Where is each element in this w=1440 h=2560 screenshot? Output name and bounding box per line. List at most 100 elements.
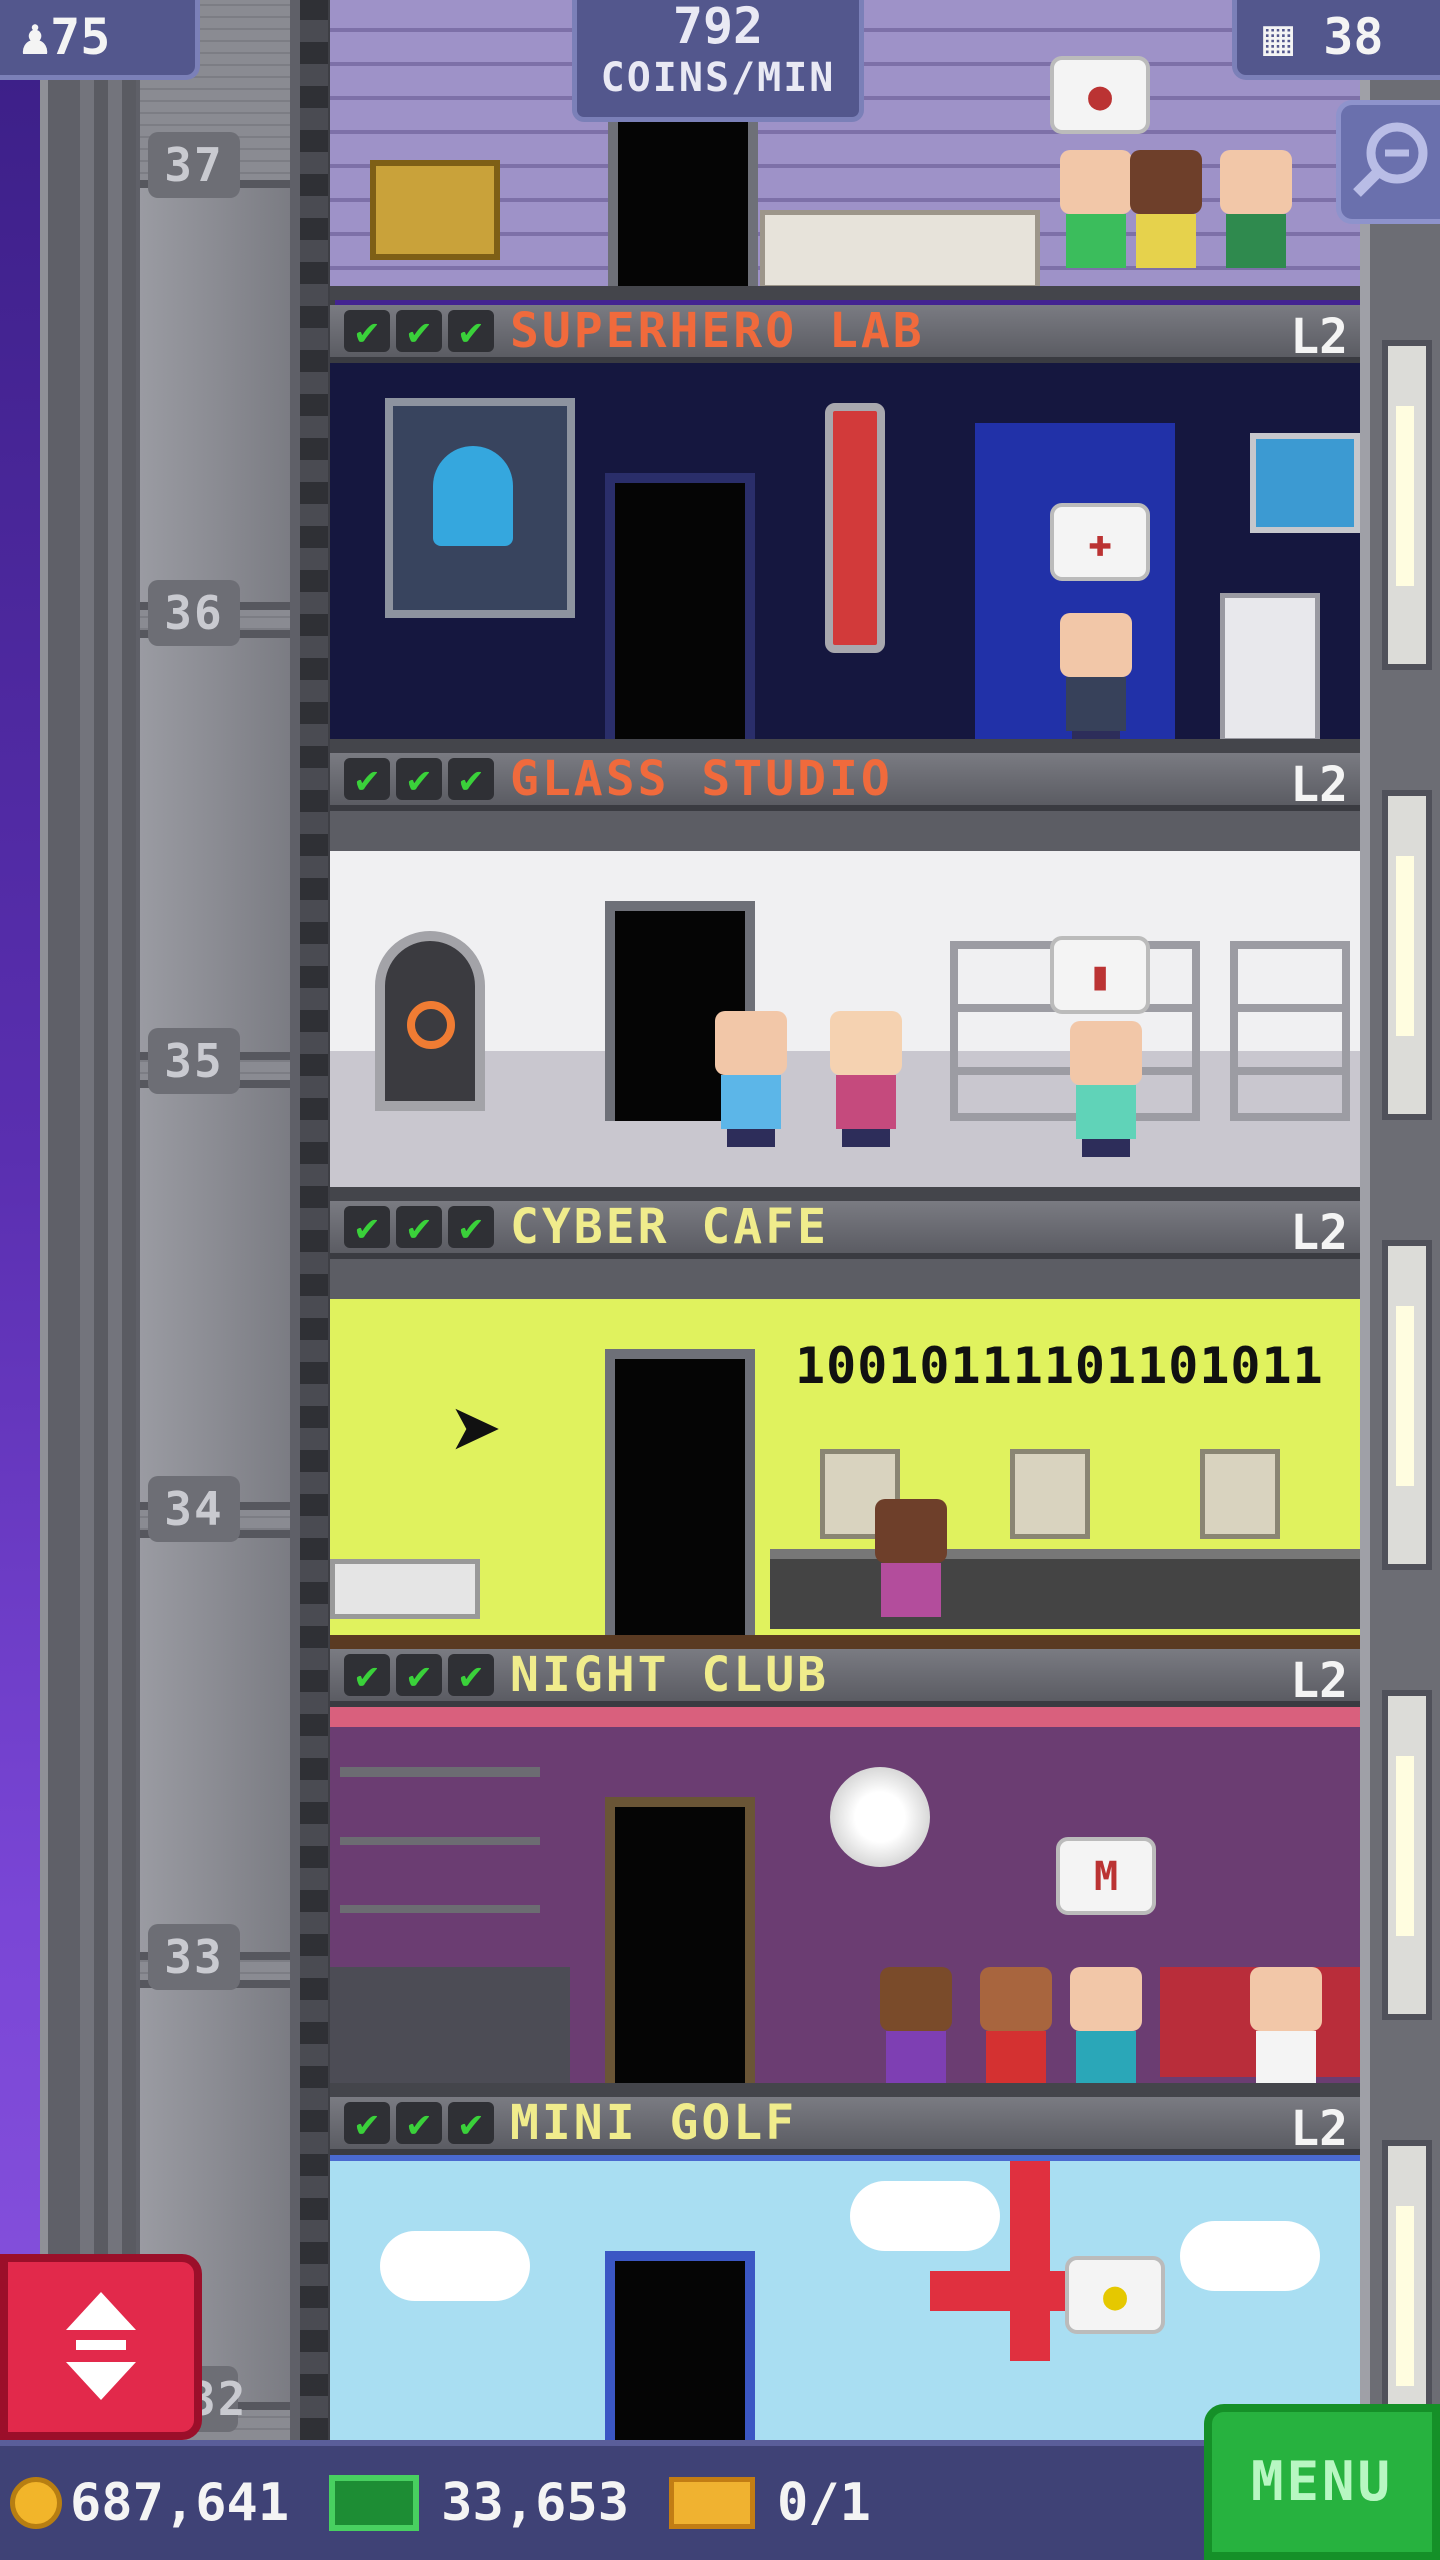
glass-furnace: [375, 931, 485, 1111]
resident[interactable]: [1060, 613, 1132, 749]
floor-slab: [330, 739, 1360, 753]
check-icon: ✔: [396, 310, 442, 352]
binary-wall-text: 10010111101101011: [795, 1337, 1324, 1395]
room-interior: ▮: [330, 811, 1360, 1201]
dna-tube: [825, 403, 885, 653]
check-icon: ✔: [344, 1206, 390, 1248]
thought-bubble[interactable]: M: [1056, 1837, 1156, 1915]
check-icon: ✔: [396, 758, 442, 800]
pillar-window: [1382, 790, 1432, 1120]
shaft-floor-number: 37: [148, 132, 240, 198]
bux-icon: [329, 2475, 420, 2531]
floor-header: ✔ ✔ ✔ GLASS STUDIO L2: [330, 753, 1360, 813]
resident[interactable]: [980, 1967, 1052, 2085]
floor-name: SUPERHERO LAB: [510, 305, 925, 359]
check-icon: ✔: [396, 1206, 442, 1248]
coins-stat[interactable]: 687,641: [10, 2473, 289, 2533]
bux-value: 33,653: [441, 2473, 629, 2533]
floor-header: ✔ ✔ ✔ SUPERHERO LAB L2: [330, 305, 1360, 365]
retro-computer: [1010, 1449, 1090, 1539]
coins-rate-unit: COINS/MIN: [600, 55, 836, 101]
check-icon: ✔: [448, 310, 494, 352]
coins-value: 687,641: [70, 2473, 290, 2533]
shaft-floor-number: 35: [148, 1028, 240, 1094]
computer-terminal: [1220, 593, 1320, 743]
resident[interactable]: [1220, 150, 1292, 268]
world-map: [1250, 433, 1360, 533]
floor-door: [605, 1797, 755, 2097]
shaft-panel: [140, 1530, 290, 1960]
thought-bubble[interactable]: ●: [1050, 56, 1150, 134]
check-icon: ✔: [344, 2102, 390, 2144]
population-icon: ♟: [20, 8, 51, 66]
cursor-icon: ➤: [450, 1379, 505, 1484]
resident[interactable]: [875, 1499, 947, 1617]
check-icon: ✔: [344, 310, 390, 352]
retro-computer: [1200, 1449, 1280, 1539]
coins-rate-panel[interactable]: 792 COINS/MIN: [572, 0, 864, 122]
floor-name: CYBER CAFE: [510, 1201, 829, 1255]
floor-header: ✔ ✔ ✔ MINI GOLF L2: [330, 2097, 1360, 2157]
bar-counter: [330, 1967, 570, 2097]
room-interior: ➤ 10010111101101011: [330, 1259, 1360, 1649]
check-icon: ✔: [448, 1654, 494, 1696]
computer-desks: [770, 1549, 1360, 1629]
bux-stat[interactable]: 33,653: [329, 2473, 629, 2533]
chocolate-vat: [370, 160, 500, 260]
shaft-floor-number: 34: [148, 1476, 240, 1542]
pillar-window: [1382, 1690, 1432, 2020]
resident[interactable]: [1070, 1021, 1142, 1157]
floor-count-badge[interactable]: ▦ 38: [1232, 0, 1440, 80]
thought-bubble[interactable]: ✚: [1050, 503, 1150, 581]
cloud: [380, 2231, 530, 2301]
floor-glass-studio[interactable]: ✔ ✔ ✔ GLASS STUDIO L2 ▮: [330, 753, 1360, 1201]
thought-bubble[interactable]: ●: [1065, 2256, 1165, 2334]
floor-slab: [330, 1187, 1360, 1201]
resident[interactable]: [1130, 150, 1202, 268]
hologram-monitor: [385, 398, 575, 618]
shaft-rail: [80, 0, 136, 2440]
zoom-button[interactable]: [1336, 100, 1440, 224]
resident[interactable]: [880, 1967, 952, 2085]
shop-counter: [760, 210, 1040, 286]
check-icon: ✔: [448, 758, 494, 800]
shaft-floor-number: 36: [148, 580, 240, 646]
tickets-stat[interactable]: 0/1: [669, 2473, 871, 2533]
pillar-window: [1382, 1240, 1432, 1570]
floor-cyber-cafe[interactable]: ✔ ✔ ✔ CYBER CAFE L2 ➤ 10010111101101011: [330, 1201, 1360, 1649]
shaft-panel: [140, 180, 290, 610]
shaft-panel: [140, 630, 290, 1060]
tickets-value: 0/1: [777, 2473, 871, 2533]
floor-mini-golf[interactable]: ✔ ✔ ✔ MINI GOLF L2 ●: [330, 2097, 1360, 2440]
bar-shelves: [340, 1767, 540, 1997]
check-icon: ✔: [448, 1206, 494, 1248]
room-interior: M: [330, 1707, 1360, 2097]
shaft-panel: [140, 1080, 290, 1510]
floor-night-club[interactable]: ✔ ✔ ✔ NIGHT CLUB L2 M: [330, 1649, 1360, 2097]
population-badge[interactable]: ♟75: [0, 0, 200, 80]
check-icon: ✔: [396, 2102, 442, 2144]
disco-ball: [830, 1767, 930, 1867]
elevator-updown-button[interactable]: [0, 2254, 202, 2440]
glass-shelf: [1230, 941, 1350, 1121]
resident[interactable]: [830, 1011, 902, 1147]
floor-name: MINI GOLF: [510, 2097, 798, 2151]
menu-button[interactable]: MENU: [1204, 2404, 1440, 2560]
floor-level: L2: [1290, 309, 1348, 365]
resident[interactable]: [1060, 150, 1132, 268]
hero-silhouette: [433, 446, 513, 546]
floor-superhero-lab[interactable]: ✔ ✔ ✔ SUPERHERO LAB L2 ✚: [330, 305, 1360, 753]
floor-door: [605, 1349, 755, 1649]
resident[interactable]: [1250, 1967, 1322, 2085]
golden-ticket-icon: [669, 2477, 755, 2529]
coins-rate-value: 792: [672, 0, 764, 55]
cafe-counter: [330, 1559, 480, 1619]
resident[interactable]: [1070, 1967, 1142, 2085]
pillar-window: [1382, 340, 1432, 670]
check-icon: ✔: [344, 1654, 390, 1696]
check-icon: ✔: [448, 2102, 494, 2144]
resident[interactable]: [715, 1011, 787, 1147]
check-icon: ✔: [344, 758, 390, 800]
furnace-fire: [407, 1001, 455, 1049]
thought-bubble[interactable]: ▮: [1050, 936, 1150, 1014]
